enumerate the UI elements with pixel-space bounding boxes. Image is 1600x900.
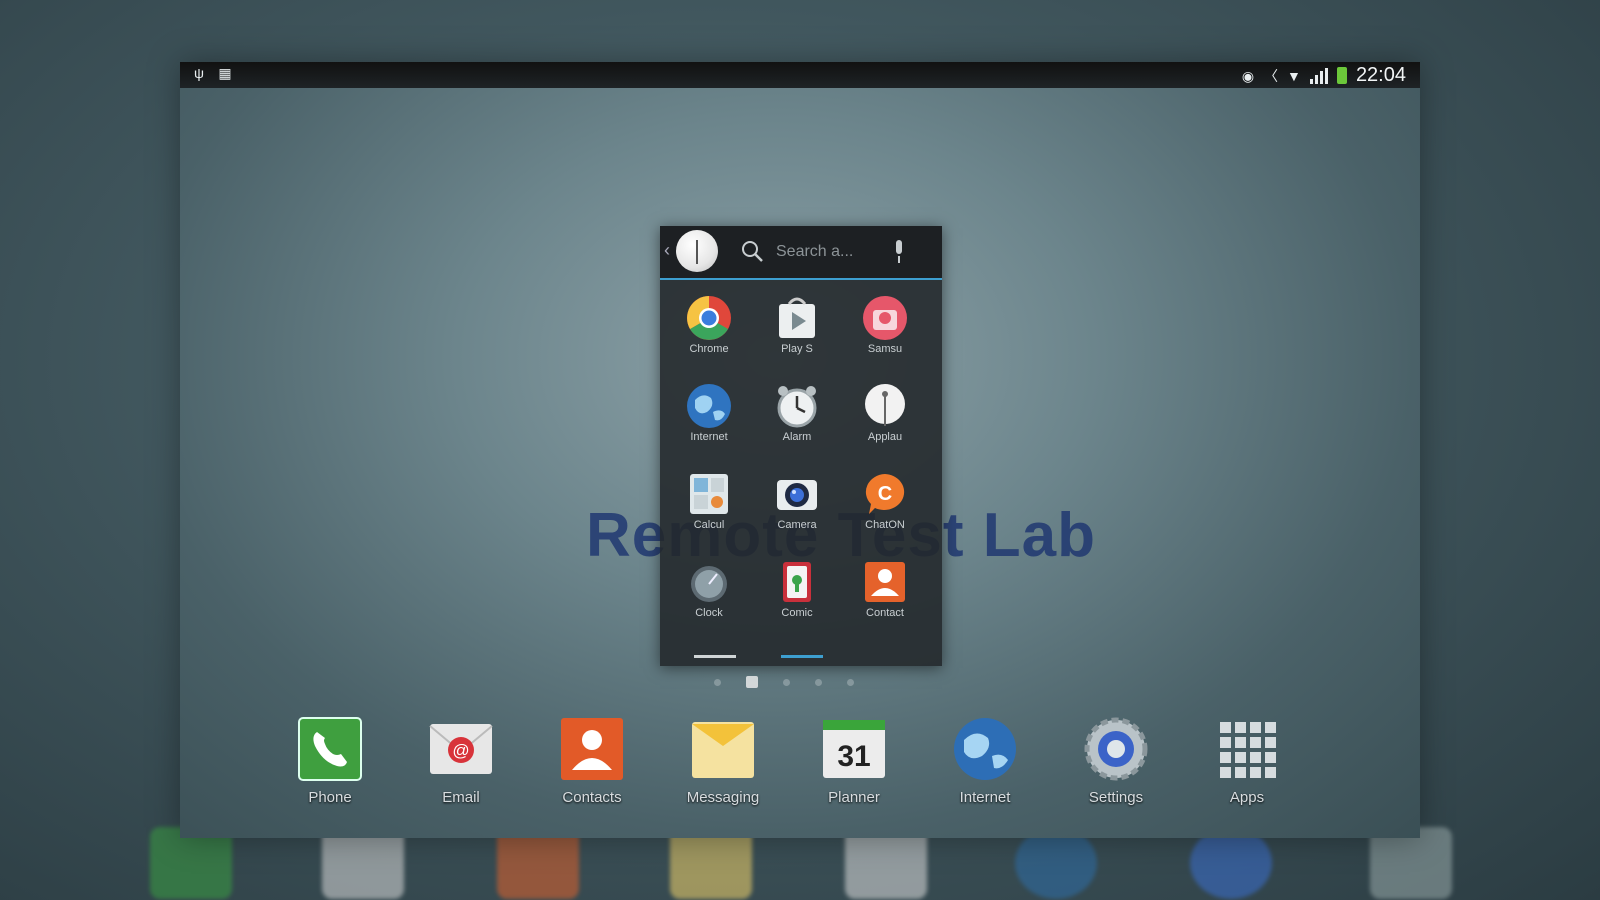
dock-label: Phone — [308, 789, 352, 806]
internet-icon — [687, 384, 731, 428]
samsung-apps-icon — [863, 296, 907, 340]
applauncher-icon[interactable] — [676, 230, 718, 272]
mute-icon: 〈 — [1263, 67, 1278, 84]
search-icon[interactable] — [740, 239, 764, 263]
app-label: Play S — [781, 343, 813, 355]
wifi-icon: ▼ — [1287, 67, 1301, 84]
dock-label: Email — [442, 789, 480, 806]
dock: Phone @ Email Contacts Messaging 31 Plan… — [280, 712, 1280, 812]
eye-icon: ◉ — [1241, 67, 1255, 84]
app-label: ChatON — [865, 519, 905, 531]
battery-icon — [1336, 67, 1347, 84]
app-label: Samsu — [867, 343, 903, 355]
calendar-icon: 31 — [823, 720, 885, 778]
app-label: Alarm — [782, 431, 812, 443]
app-label: Calcul — [693, 519, 725, 531]
app-label: Applau — [867, 431, 903, 443]
drawer-page-indicator-active — [781, 655, 823, 658]
cards-icon — [783, 562, 811, 602]
svg-text:C: C — [878, 483, 892, 505]
app-label: Clock — [695, 607, 723, 619]
page-dot[interactable] — [847, 678, 854, 686]
app-item-play-store[interactable]: Play S — [754, 288, 840, 368]
apps-grid-icon — [1220, 722, 1276, 778]
settings-icon — [1084, 717, 1148, 781]
calendar-date: 31 — [837, 740, 870, 773]
dock-label: Planner — [828, 789, 880, 806]
app-item-chaton[interactable]: C ChatON — [842, 464, 928, 544]
email-icon: @ — [429, 724, 493, 774]
messaging-icon — [692, 722, 754, 778]
app-label: Camera — [777, 519, 817, 531]
back-icon[interactable]: ‹ — [664, 240, 670, 261]
app-item-samsung-apps[interactable]: Samsu — [842, 288, 928, 368]
contacts-icon — [561, 718, 623, 780]
chrome-icon — [687, 296, 731, 340]
mic-icon[interactable] — [892, 238, 906, 266]
search-input[interactable] — [776, 240, 886, 264]
app-item-calculator[interactable]: Calcul — [666, 464, 752, 544]
applauncher-icon — [865, 384, 905, 426]
dock-label: Settings — [1088, 789, 1144, 806]
alarm-icon — [777, 386, 817, 428]
app-item-applauncher[interactable]: Applau — [842, 376, 928, 456]
dock-label: Apps — [1229, 789, 1265, 806]
signal-icon — [1309, 67, 1328, 84]
drawer-page-indicator — [694, 655, 736, 658]
calculator-icon — [690, 474, 728, 514]
app-label: Chrome — [689, 343, 729, 355]
camera-icon — [777, 480, 817, 510]
app-label: Comic — [781, 607, 813, 619]
clock-icon — [691, 566, 727, 602]
app-item-camera[interactable]: Camera — [754, 464, 840, 544]
dock-label: Messaging — [686, 789, 760, 806]
chaton-icon: C — [865, 474, 905, 514]
drawer-header: ‹ — [660, 226, 942, 280]
phone-icon — [298, 717, 362, 781]
page-dot-active[interactable] — [746, 676, 758, 688]
contacts-icon — [865, 562, 905, 602]
home-page-indicator — [714, 676, 854, 688]
app-item-internet[interactable]: Internet — [666, 376, 752, 456]
page-dot[interactable] — [815, 678, 822, 686]
page-dot[interactable] — [714, 678, 721, 686]
dock-label: Internet — [959, 789, 1011, 806]
svg-text:@: @ — [452, 741, 469, 760]
sd-card-icon: ▦ — [218, 65, 232, 81]
internet-icon — [954, 718, 1016, 780]
device-screen: ψ ▦ ◉ 〈 ▼ 22:04 Remote Test Lab ‹ — [180, 62, 1420, 838]
app-item-comic[interactable]: Comic — [754, 552, 840, 632]
dock-label: Contacts — [562, 789, 622, 806]
app-item-alarm[interactable]: Alarm — [754, 376, 840, 456]
app-item-chrome[interactable]: Chrome — [666, 288, 752, 368]
app-label: Contact — [866, 607, 904, 619]
app-drawer-widget: ‹ Chrome — [660, 226, 942, 666]
app-label: Internet — [690, 431, 728, 443]
status-bar: ψ ▦ ◉ 〈 ▼ 22:04 — [180, 62, 1420, 88]
app-item-contacts[interactable]: Contact — [842, 552, 928, 632]
play-store-icon — [779, 297, 815, 338]
usb-icon: ψ — [194, 65, 204, 81]
clock-time: 22:04 — [1355, 64, 1406, 86]
page-dot[interactable] — [783, 678, 790, 686]
app-item-clock[interactable]: Clock — [666, 552, 752, 632]
